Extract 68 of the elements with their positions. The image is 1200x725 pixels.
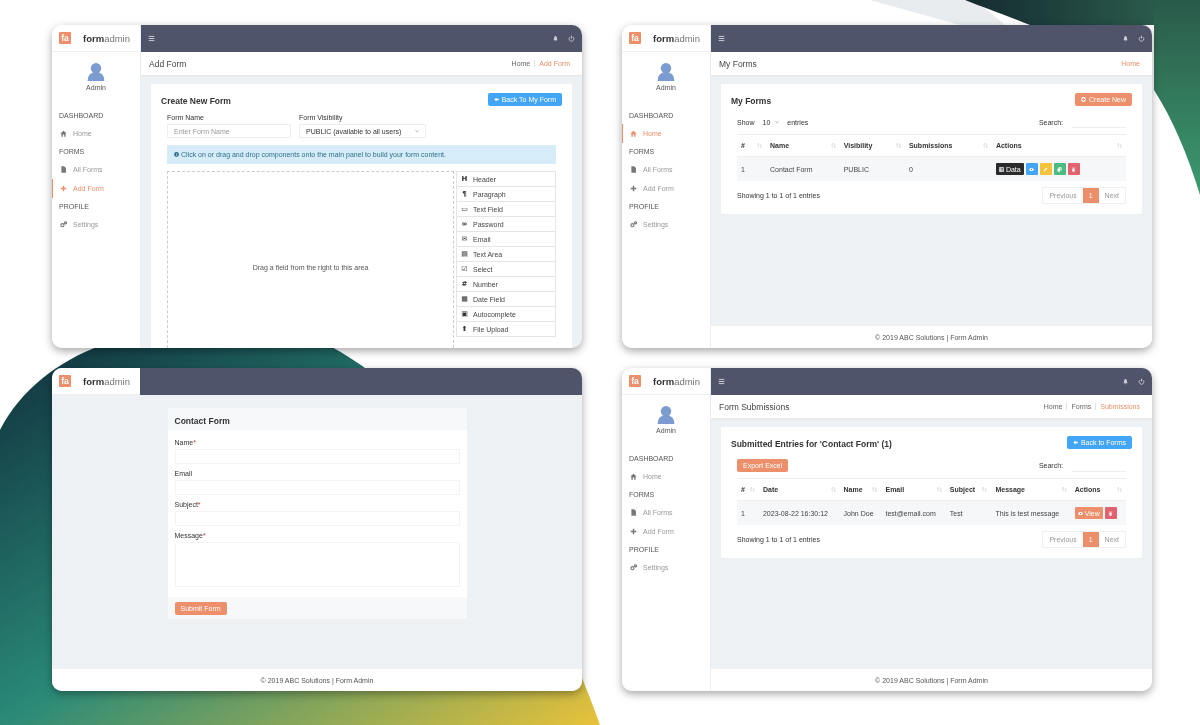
sort-icon bbox=[982, 487, 988, 492]
plus-icon bbox=[630, 185, 637, 192]
sort-icon bbox=[895, 143, 901, 148]
brand-name: formadmin bbox=[653, 375, 700, 387]
sort-icon bbox=[757, 143, 763, 148]
pencil-icon bbox=[1043, 166, 1049, 172]
table-icon bbox=[998, 166, 1004, 172]
plus-icon bbox=[60, 185, 67, 192]
brand-name: formadmin bbox=[83, 375, 130, 387]
trash-icon bbox=[1108, 510, 1114, 516]
sort-icon bbox=[749, 487, 755, 492]
card-title: My Forms bbox=[731, 95, 772, 106]
delete-button[interactable] bbox=[1104, 507, 1117, 519]
plus-circle-icon bbox=[1081, 97, 1087, 102]
file-icon bbox=[630, 166, 637, 173]
avatar-icon bbox=[656, 61, 676, 81]
sort-icon bbox=[830, 487, 836, 492]
page-title: My Forms bbox=[719, 58, 758, 69]
bell-icon[interactable] bbox=[552, 35, 559, 42]
logo-mark: fa bbox=[629, 375, 641, 387]
logo-mark: fa bbox=[59, 375, 71, 387]
page-title: Add Form bbox=[149, 58, 188, 69]
sort-icon bbox=[872, 487, 878, 492]
page-title: Form Submissions bbox=[719, 401, 791, 412]
eye-icon bbox=[1077, 510, 1083, 516]
logo-mark: fa bbox=[629, 32, 641, 44]
delete-button[interactable] bbox=[1067, 163, 1080, 175]
arrow-left-icon bbox=[493, 97, 499, 102]
brand-name: formadmin bbox=[653, 32, 700, 44]
bell-icon[interactable] bbox=[1122, 378, 1129, 385]
gears-icon bbox=[60, 221, 67, 228]
home-icon bbox=[60, 130, 67, 137]
card-title: Create New Form bbox=[161, 95, 231, 106]
copy-icon bbox=[1057, 166, 1063, 172]
sort-icon bbox=[830, 143, 836, 148]
power-icon[interactable] bbox=[1138, 378, 1145, 385]
avatar-icon bbox=[86, 61, 106, 81]
view-button[interactable] bbox=[1025, 163, 1038, 175]
plus-icon bbox=[630, 528, 637, 535]
home-icon bbox=[630, 130, 637, 137]
sort-icon bbox=[982, 143, 988, 148]
gears-icon bbox=[630, 221, 637, 228]
home-icon bbox=[630, 473, 637, 480]
file-icon bbox=[60, 166, 67, 173]
copy-button[interactable] bbox=[1053, 163, 1066, 175]
sort-icon bbox=[936, 487, 942, 492]
sort-icon bbox=[1117, 143, 1122, 148]
gears-icon bbox=[630, 564, 637, 571]
menu-icon[interactable] bbox=[148, 35, 155, 42]
sort-icon bbox=[1117, 487, 1122, 492]
chevron-icon bbox=[415, 129, 419, 133]
power-icon[interactable] bbox=[568, 35, 575, 42]
bell-icon[interactable] bbox=[1122, 35, 1129, 42]
eye-icon bbox=[1029, 166, 1035, 172]
file-icon bbox=[630, 509, 637, 516]
card-title: Submitted Entries for 'Contact Form' (1) bbox=[731, 438, 892, 449]
chevron-icon bbox=[775, 120, 780, 124]
menu-icon[interactable] bbox=[718, 378, 725, 385]
card-title: Contact Form bbox=[174, 414, 230, 426]
arrow-left-icon bbox=[1072, 440, 1078, 445]
power-icon[interactable] bbox=[1138, 35, 1145, 42]
logo-mark: fa bbox=[59, 32, 71, 44]
avatar-icon bbox=[656, 404, 676, 424]
sort-icon bbox=[1061, 487, 1067, 492]
menu-icon[interactable] bbox=[718, 35, 725, 42]
brand-name: formadmin bbox=[83, 32, 130, 44]
info-icon bbox=[174, 152, 179, 157]
trash-icon bbox=[1071, 166, 1077, 172]
